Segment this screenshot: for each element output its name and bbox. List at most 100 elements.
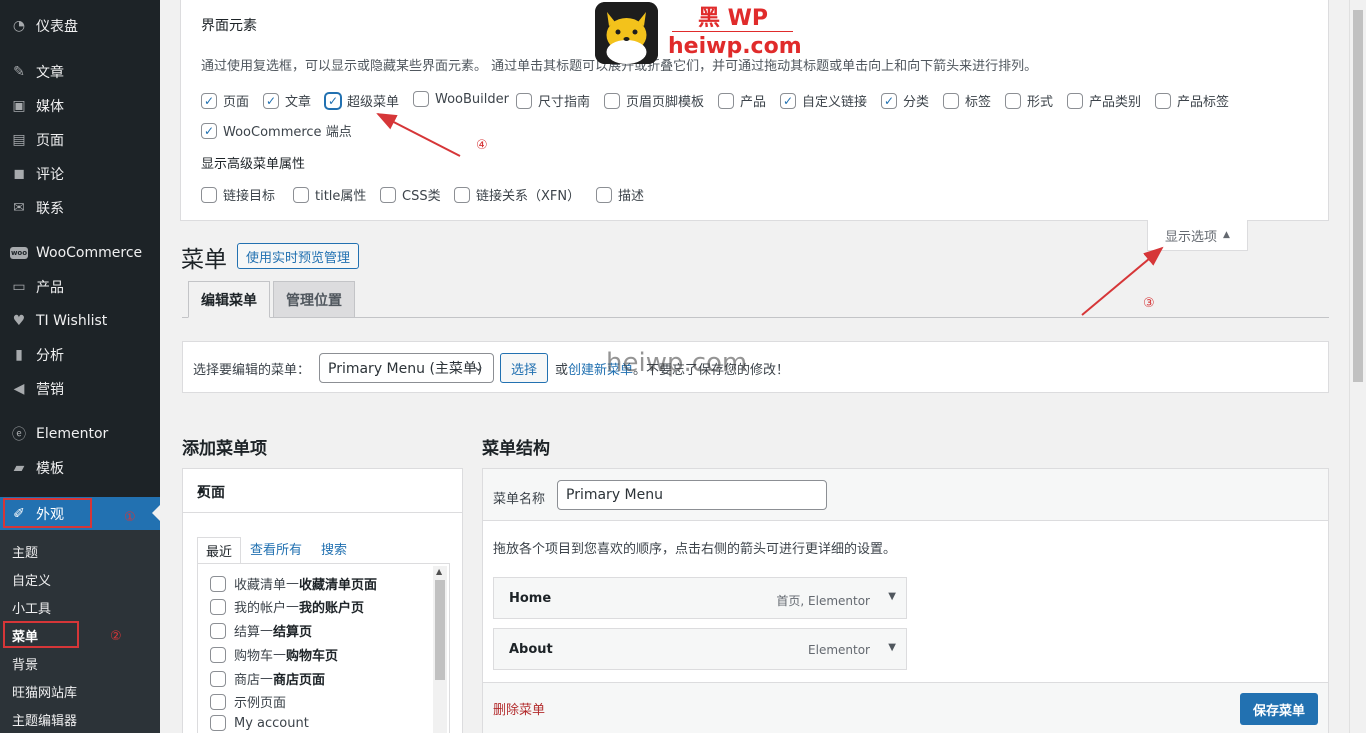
- sidebar-item-products[interactable]: ▭ 产品: [0, 271, 160, 303]
- checkbox[interactable]: [1155, 92, 1171, 109]
- option-product-categories[interactable]: 产品类别: [1067, 91, 1141, 110]
- live-preview-button[interactable]: 使用实时预览管理: [237, 243, 360, 269]
- option-mega-menu[interactable]: 超级菜单: [325, 91, 399, 110]
- delete-menu-link[interactable]: 删除菜单: [493, 699, 545, 718]
- option-pages[interactable]: 页面: [201, 91, 249, 110]
- menu-item-row[interactable]: About Elementor ▼: [493, 628, 907, 670]
- checkbox[interactable]: [596, 186, 612, 203]
- list-item[interactable]: 我的帐户 — 我的账户页: [210, 597, 364, 616]
- sidebar-item-label: TI Wishlist: [36, 313, 108, 329]
- page-scrollbar[interactable]: [1349, 0, 1366, 733]
- checkbox[interactable]: [943, 92, 959, 109]
- list-item[interactable]: 购物车 — 购物车页: [210, 645, 338, 664]
- caret-down-icon[interactable]: ▼: [888, 591, 896, 602]
- checkbox[interactable]: [1005, 92, 1021, 109]
- submenu-customize[interactable]: 自定义: [12, 570, 51, 589]
- caret-down-icon[interactable]: ▼: [888, 642, 896, 653]
- option-product-tags[interactable]: 产品标签: [1155, 91, 1229, 110]
- option-header-footer[interactable]: 页眉页脚模板: [604, 91, 704, 110]
- tab-search[interactable]: 搜索: [321, 539, 347, 558]
- option-categories[interactable]: 分类: [881, 91, 929, 110]
- option-size-guide[interactable]: 尺寸指南: [516, 91, 590, 110]
- checkbox[interactable]: [210, 670, 226, 687]
- tab-manage-locations[interactable]: 管理位置: [273, 281, 355, 318]
- checkbox[interactable]: [293, 186, 309, 203]
- screen-options-heading: 界面元素: [201, 18, 257, 34]
- menu-select-dropdown[interactable]: Primary Menu (主菜单): [319, 353, 494, 383]
- checkbox[interactable]: [210, 622, 226, 639]
- checkbox[interactable]: [210, 715, 226, 731]
- sidebar-item-label: 模板: [36, 461, 64, 477]
- checkbox[interactable]: [201, 186, 217, 203]
- checkbox[interactable]: [201, 122, 217, 139]
- tab-most-recent[interactable]: 最近: [197, 537, 242, 564]
- option-title-attribute[interactable]: title属性: [293, 185, 366, 204]
- submenu-themes[interactable]: 主题: [12, 542, 38, 561]
- page-list-scrollbar[interactable]: ▲: [433, 566, 447, 733]
- checkbox[interactable]: [263, 92, 279, 109]
- menu-name-input[interactable]: [557, 480, 827, 510]
- submenu-background[interactable]: 背景: [12, 654, 38, 673]
- sidebar-item-pages[interactable]: ▤ 页面: [0, 124, 160, 156]
- tab-view-all[interactable]: 查看所有: [250, 539, 302, 558]
- checkbox[interactable]: [210, 646, 226, 663]
- page-name: 商店: [234, 673, 261, 688]
- checkbox[interactable]: [325, 92, 341, 109]
- option-format[interactable]: 形式: [1005, 91, 1053, 110]
- sidebar-item-media[interactable]: ▣ 媒体: [0, 90, 160, 122]
- sidebar-item-posts[interactable]: ✎ 文章: [0, 56, 160, 88]
- option-custom-links[interactable]: 自定义链接: [780, 91, 867, 110]
- list-item[interactable]: 收藏清单 — 收藏清单页面: [210, 574, 377, 593]
- checkbox[interactable]: [380, 186, 396, 203]
- pages-accordion-header[interactable]: 页面 ▲: [183, 469, 462, 513]
- option-posts[interactable]: 文章: [263, 91, 311, 110]
- sidebar-item-dashboard[interactable]: ◔ 仪表盘: [0, 10, 160, 42]
- option-description[interactable]: 描述: [596, 185, 644, 204]
- sidebar-item-wishlist[interactable]: ♥ TI Wishlist: [0, 305, 160, 337]
- sidebar-item-comments[interactable]: ◼ 评论: [0, 158, 160, 190]
- option-tags[interactable]: 标签: [943, 91, 991, 110]
- checkbox[interactable]: [210, 598, 226, 615]
- submenu-theme-editor[interactable]: 主题编辑器: [12, 710, 77, 729]
- option-css-classes[interactable]: CSS类: [380, 185, 441, 204]
- list-item[interactable]: 结算 — 结算页: [210, 621, 312, 640]
- checkbox[interactable]: [413, 91, 429, 107]
- screen-options-toggle[interactable]: 显示选项 ▲: [1147, 220, 1248, 251]
- page-scrollbar-thumb[interactable]: [1353, 10, 1363, 382]
- checkbox[interactable]: [210, 693, 226, 710]
- sidebar-item-marketing[interactable]: ◀ 营销: [0, 373, 160, 405]
- sidebar-item-elementor[interactable]: ⓔ Elementor: [0, 418, 160, 450]
- save-menu-button[interactable]: 保存菜单: [1240, 693, 1318, 725]
- checkbox[interactable]: [718, 92, 734, 109]
- sidebar-item-contact[interactable]: ✉ 联系: [0, 192, 160, 224]
- sidebar-item-templates[interactable]: ▰ 模板: [0, 452, 160, 484]
- checkbox[interactable]: [604, 92, 620, 109]
- option-products[interactable]: 产品: [718, 91, 766, 110]
- list-item[interactable]: 商店 — 商店页面: [210, 669, 325, 688]
- checkbox[interactable]: [210, 575, 226, 592]
- option-woobuilder[interactable]: WooBuilder: [413, 91, 509, 107]
- checkbox[interactable]: [881, 92, 897, 109]
- sidebar-item-analytics[interactable]: ▮ 分析: [0, 339, 160, 371]
- checkbox[interactable]: [1067, 92, 1083, 109]
- checkbox[interactable]: [454, 186, 470, 203]
- submenu-site-library[interactable]: 旺猫网站库: [12, 682, 77, 701]
- scrollbar-thumb[interactable]: [435, 580, 445, 680]
- checkbox[interactable]: [516, 92, 532, 109]
- option-woocommerce-endpoints[interactable]: WooCommerce 端点: [201, 121, 352, 140]
- menu-item-row[interactable]: Home 首页, Elementor ▼: [493, 577, 907, 619]
- submenu-widgets[interactable]: 小工具: [12, 598, 51, 617]
- select-button[interactable]: 选择: [500, 353, 548, 383]
- brand-domain: heiwp.com: [668, 34, 802, 59]
- list-item[interactable]: My account: [210, 715, 309, 731]
- menu-item-meta: 首页, Elementor: [776, 594, 870, 608]
- brand-logo: [595, 2, 658, 64]
- option-xfn[interactable]: 链接关系（XFN）: [454, 185, 580, 204]
- checkbox[interactable]: [780, 92, 796, 109]
- option-link-target[interactable]: 链接目标: [201, 185, 275, 204]
- sidebar-item-woocommerce[interactable]: woo WooCommerce: [0, 237, 160, 269]
- checkbox[interactable]: [201, 92, 217, 109]
- list-item[interactable]: 示例页面: [210, 692, 286, 711]
- tab-edit-menus[interactable]: 编辑菜单: [188, 281, 270, 318]
- scroll-up-icon[interactable]: ▲: [436, 567, 442, 576]
